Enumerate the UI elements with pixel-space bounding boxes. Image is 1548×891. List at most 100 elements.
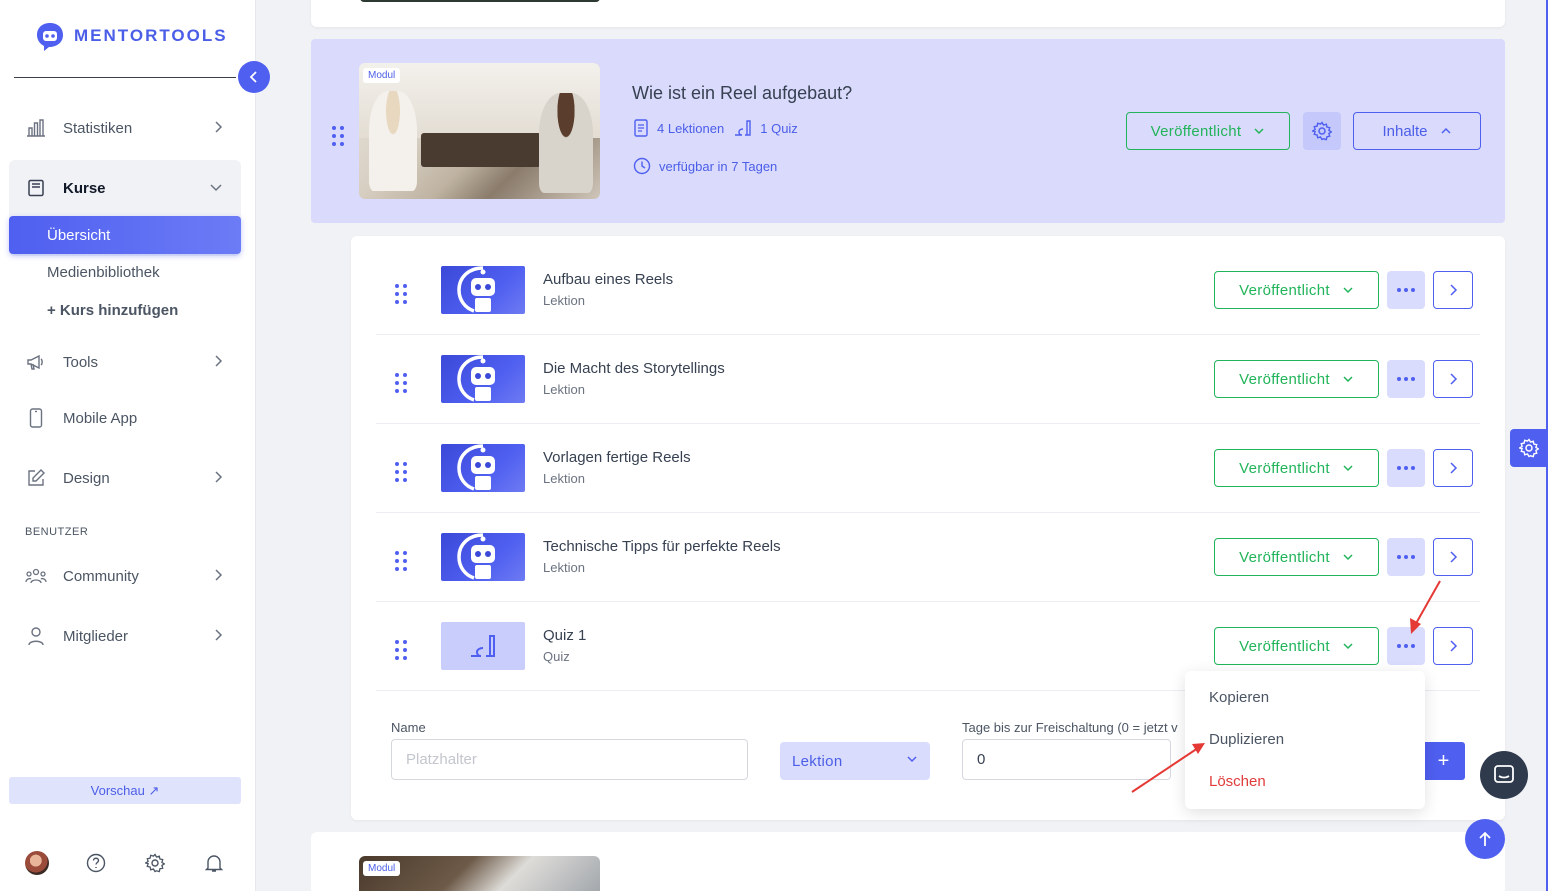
drag-handle-icon[interactable] [395, 462, 407, 482]
lesson-status-dropdown[interactable]: Veröffentlicht [1214, 271, 1379, 309]
drag-handle-icon[interactable] [395, 373, 407, 393]
status-label: Veröffentlicht [1239, 637, 1330, 655]
side-settings-button[interactable] [1510, 429, 1548, 467]
module-meta: 4 Lektionen 1 Quiz [633, 119, 798, 137]
chevron-left-icon [249, 71, 257, 83]
more-options-button[interactable] [1387, 627, 1425, 665]
thumbnail-person-right [539, 93, 593, 193]
more-options-menu: Kopieren Duplizieren Löschen [1185, 671, 1425, 809]
chevron-right-icon [1450, 551, 1458, 563]
add-item-button[interactable]: + [1422, 742, 1465, 780]
open-lesson-button[interactable] [1433, 360, 1473, 398]
chat-icon [1494, 765, 1514, 783]
users-icon [25, 565, 47, 587]
more-options-button[interactable] [1387, 538, 1425, 576]
module-status-dropdown[interactable]: Veröffentlicht [1126, 112, 1290, 150]
module-badge: Modul [363, 861, 401, 876]
sidebar-collapse-button[interactable] [238, 61, 270, 93]
drag-handle-icon[interactable] [395, 640, 407, 660]
lesson-title: Quiz 1 [543, 627, 587, 644]
chevron-down-icon [1343, 554, 1353, 561]
help-icon[interactable] [84, 851, 108, 875]
chevron-right-icon [1450, 640, 1458, 652]
sidebar-item-label: Tools [63, 353, 99, 371]
days-input[interactable]: 0 [962, 739, 1171, 780]
module-settings-button[interactable] [1303, 112, 1341, 150]
sidebar-item-kurse[interactable]: Kurse [9, 166, 241, 210]
sidebar-item-tools[interactable]: Tools [9, 340, 241, 384]
name-input[interactable]: Platzhalter [391, 739, 748, 780]
bar-chart-icon [25, 117, 47, 139]
chevron-right-icon [1450, 284, 1458, 296]
status-label: Veröffentlicht [1150, 122, 1242, 140]
user-icon [25, 625, 47, 647]
next-module-card: Modul [311, 832, 1505, 891]
logo[interactable]: MENTORTOOLS [34, 20, 228, 52]
preview-button[interactable]: Vorschau ↗ [9, 777, 241, 804]
scroll-to-top-button[interactable] [1465, 819, 1505, 859]
open-lesson-button[interactable] [1433, 538, 1473, 576]
document-icon [634, 119, 648, 137]
lesson-title: Vorlagen fertige Reels [543, 449, 691, 466]
lesson-status-dropdown[interactable]: Veröffentlicht [1214, 627, 1379, 665]
lesson-row: Technische Tipps für perfekte Reels Lekt… [376, 513, 1480, 602]
more-options-button[interactable] [1387, 449, 1425, 487]
more-options-button[interactable] [1387, 360, 1425, 398]
chevron-right-icon [215, 121, 223, 133]
type-select[interactable]: Lektion [780, 742, 930, 780]
sidebar-item-label: Design [63, 469, 110, 487]
chevron-right-icon [215, 355, 223, 367]
more-options-button[interactable] [1387, 271, 1425, 309]
sidebar: MENTORTOOLS Statistiken Kurse Übersicht … [0, 0, 256, 891]
sidebar-item-label: Mitglieder [63, 627, 129, 645]
previous-module-thumbnail [360, 0, 600, 2]
chevron-down-icon [1254, 128, 1264, 135]
drag-handle-icon[interactable] [332, 126, 344, 146]
chevron-right-icon [1450, 462, 1458, 474]
sidebar-item-label: Mobile App [63, 409, 138, 427]
gear-icon[interactable] [143, 851, 167, 875]
status-label: Veröffentlicht [1239, 281, 1330, 299]
status-label: Veröffentlicht [1239, 548, 1330, 566]
next-module-thumbnail[interactable]: Modul [359, 856, 600, 891]
sidebar-divider [14, 77, 236, 78]
module-badge: Modul [363, 68, 401, 83]
menu-item-kopieren[interactable]: Kopieren [1209, 689, 1269, 706]
module-thumbnail[interactable]: Modul [359, 63, 600, 199]
lesson-status-dropdown[interactable]: Veröffentlicht [1214, 360, 1379, 398]
sidebar-item-community[interactable]: Community [9, 554, 241, 598]
chevron-down-icon [210, 184, 222, 192]
avatar[interactable] [25, 851, 49, 875]
chevron-down-icon [1343, 465, 1353, 472]
module-availability: verfügbar in 7 Tagen [633, 157, 777, 175]
drag-handle-icon[interactable] [395, 284, 407, 304]
bell-icon[interactable] [202, 851, 226, 875]
sidebar-item-statistiken[interactable]: Statistiken [9, 106, 241, 150]
open-lesson-button[interactable] [1433, 449, 1473, 487]
lesson-status-dropdown[interactable]: Veröffentlicht [1214, 449, 1379, 487]
lesson-type: Quiz [543, 649, 570, 664]
module-contents-button[interactable]: Inhalte [1353, 112, 1481, 150]
days-label: Tage bis zur Freischaltung (0 = jetzt v [962, 720, 1178, 735]
sidebar-subitem-medienbibliothek[interactable]: Medienbibliothek [47, 264, 160, 281]
lesson-status-dropdown[interactable]: Veröffentlicht [1214, 538, 1379, 576]
open-lesson-button[interactable] [1433, 271, 1473, 309]
sidebar-item-design[interactable]: Design [9, 456, 241, 500]
lesson-thumbnail [441, 355, 525, 403]
sidebar-item-mobile-app[interactable]: Mobile App [9, 396, 241, 440]
drag-handle-icon[interactable] [395, 551, 407, 571]
lesson-row: Aufbau eines Reels Lektion Veröffentlich… [376, 246, 1480, 335]
sidebar-subitem-uebersicht[interactable]: Übersicht [9, 216, 241, 254]
megaphone-icon [25, 351, 47, 373]
menu-item-duplizieren[interactable]: Duplizieren [1209, 731, 1284, 748]
open-lesson-button[interactable] [1433, 627, 1473, 665]
menu-item-loeschen[interactable]: Löschen [1209, 773, 1266, 790]
chat-button[interactable] [1480, 751, 1528, 799]
edit-icon [25, 467, 47, 489]
quiz-icon [471, 635, 495, 657]
sidebar-subitem-kurs-hinzufuegen[interactable]: + Kurs hinzufügen [47, 302, 178, 319]
sidebar-item-mitglieder[interactable]: Mitglieder [9, 614, 241, 658]
lesson-thumbnail [441, 533, 525, 581]
lesson-thumbnail [441, 266, 525, 314]
arrow-up-icon [1479, 831, 1491, 846]
